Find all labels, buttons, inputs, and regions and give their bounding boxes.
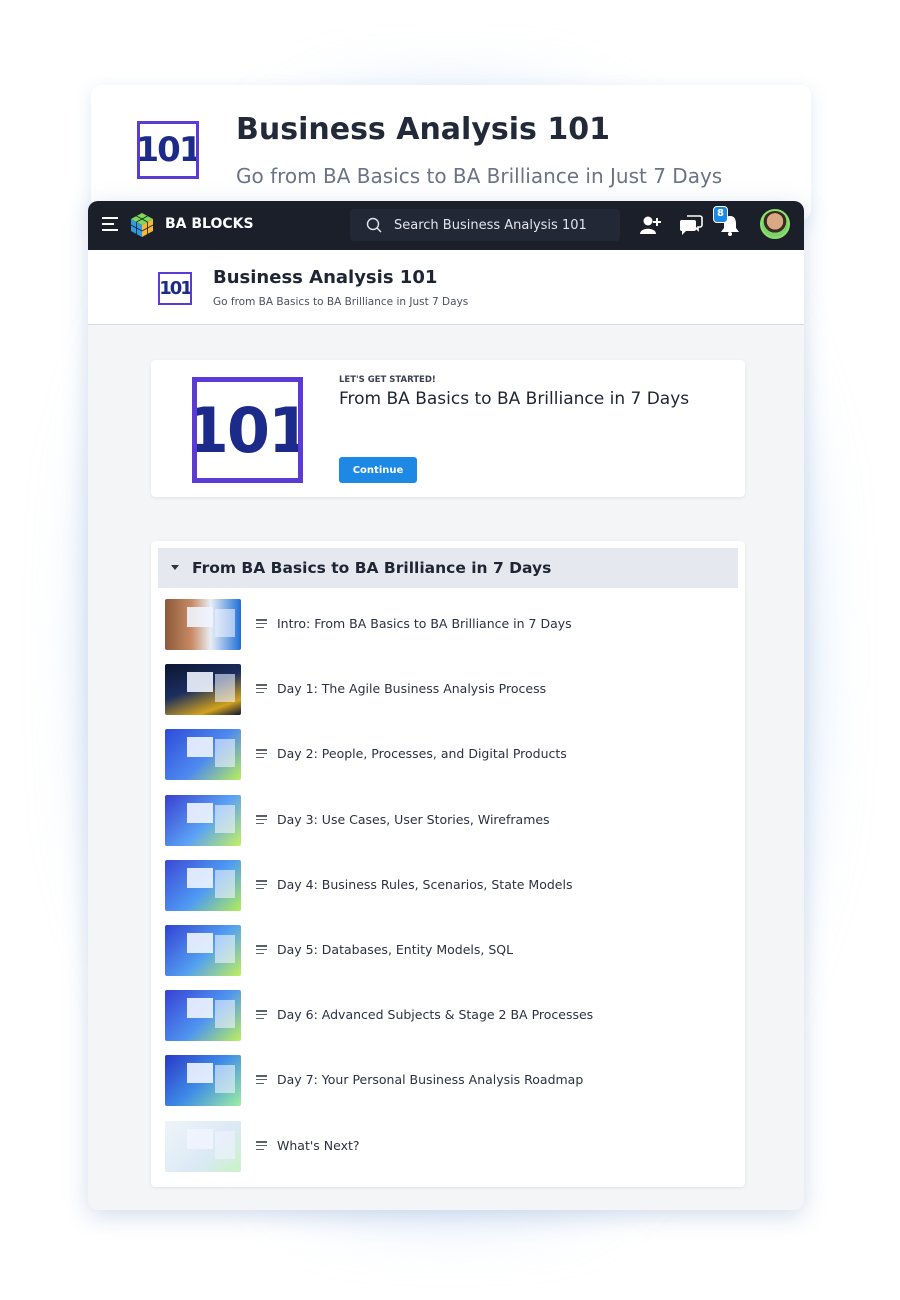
lesson-thumbnail [165,990,241,1041]
hero-subtitle: Go from BA Basics to BA Brilliance in Ju… [236,164,723,188]
lesson-item[interactable]: Intro: From BA Basics to BA Brilliance i… [165,599,731,651]
text-lines-icon [256,1010,267,1019]
card-title: From BA Basics to BA Brilliance in 7 Day… [339,389,690,409]
lesson-thumbnail [165,1121,241,1172]
lesson-item[interactable]: Day 6: Advanced Subjects & Stage 2 BA Pr… [165,990,731,1042]
lesson-item[interactable]: Day 3: Use Cases, User Stories, Wirefram… [165,795,731,847]
course-subtitle: Go from BA Basics to BA Brilliance in Ju… [213,296,469,308]
get-started-card: 101 LET'S GET STARTED! From BA Basics to… [151,360,745,497]
lesson-thumbnail [165,599,241,650]
text-lines-icon [256,880,267,889]
course-header: 101 Business Analysis 101 Go from BA Bas… [88,250,804,325]
lesson-thumbnail [165,1055,241,1106]
course-title[interactable]: Business Analysis 101 [213,267,437,288]
app-window: BA BLOCKS 8 101 Business An [88,201,804,1210]
caret-down-icon [171,565,179,570]
lesson-thumbnail [165,925,241,976]
text-lines-icon [256,815,267,824]
lesson-thumbnail [165,795,241,846]
lesson-thumbnail [165,860,241,911]
lesson-label: Day 2: People, Processes, and Digital Pr… [277,746,567,761]
text-lines-icon [256,1141,267,1150]
text-lines-icon [256,945,267,954]
section-title: From BA Basics to BA Brilliance in 7 Day… [192,559,552,577]
lesson-label: Day 5: Databases, Entity Models, SQL [277,942,514,957]
search-box[interactable] [350,209,620,241]
lesson-label: Day 6: Advanced Subjects & Stage 2 BA Pr… [277,1007,594,1022]
lesson-item[interactable]: Day 5: Databases, Entity Models, SQL [165,925,731,977]
lesson-label: Day 4: Business Rules, Scenarios, State … [277,877,573,892]
hamburger-icon[interactable] [102,217,118,231]
search-input[interactable] [394,215,614,235]
text-lines-icon [256,1075,267,1084]
course-logo-icon: 101 [137,121,199,179]
text-lines-icon [256,684,267,693]
top-navbar: BA BLOCKS 8 [88,201,804,250]
text-lines-icon [256,619,267,628]
continue-button[interactable]: Continue [339,457,417,483]
hero-title: Business Analysis 101 [236,112,610,147]
lesson-item[interactable]: Day 2: People, Processes, and Digital Pr… [165,729,731,781]
lesson-thumbnail [165,664,241,715]
notification-badge: 8 [713,206,728,223]
lesson-label: What's Next? [277,1138,360,1153]
avatar[interactable] [760,209,790,239]
lesson-label: Day 7: Your Personal Business Analysis R… [277,1072,584,1087]
lesson-thumbnail [165,729,241,780]
lesson-item[interactable]: What's Next? [165,1121,731,1173]
add-user-icon[interactable] [639,214,663,236]
course-logo-icon: 101 [192,377,303,483]
lessons-card: From BA Basics to BA Brilliance in 7 Day… [151,541,745,1187]
lesson-item[interactable]: Day 4: Business Rules, Scenarios, State … [165,860,731,912]
lesson-label: Day 3: Use Cases, User Stories, Wirefram… [277,812,550,827]
cube-logo-icon[interactable] [130,212,154,238]
lesson-label: Intro: From BA Basics to BA Brilliance i… [277,616,572,631]
brand-name[interactable]: BA BLOCKS [165,216,254,232]
lesson-item[interactable]: Day 1: The Agile Business Analysis Proce… [165,664,731,716]
search-icon [366,217,382,233]
lesson-label: Day 1: The Agile Business Analysis Proce… [277,681,547,696]
section-header[interactable]: From BA Basics to BA Brilliance in 7 Day… [158,548,738,588]
lesson-item[interactable]: Day 7: Your Personal Business Analysis R… [165,1055,731,1107]
card-kicker: LET'S GET STARTED! [339,375,436,385]
text-lines-icon [256,749,267,758]
course-logo-icon: 101 [158,272,192,305]
hero-card: 101 Business Analysis 101 Go from BA Bas… [91,85,811,220]
chat-icon[interactable] [679,214,703,236]
